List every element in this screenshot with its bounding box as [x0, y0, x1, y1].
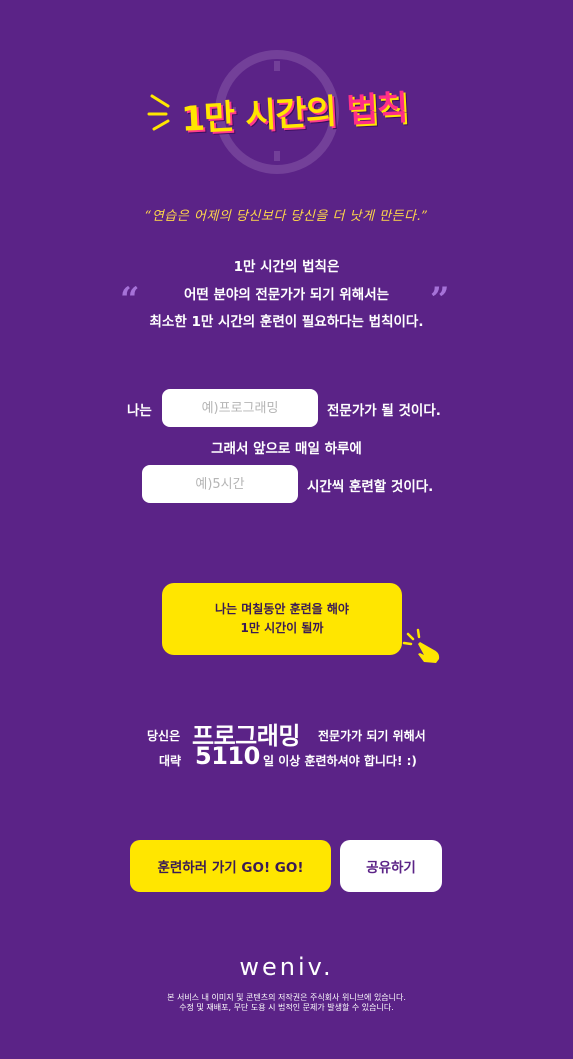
- copyright-line-2: 수정 및 재배포, 무단 도용 시 법적인 문제가 발생할 수 있습니다.: [179, 1003, 394, 1012]
- share-button[interactable]: 공유하기: [340, 840, 442, 892]
- field-input[interactable]: [162, 389, 318, 427]
- click-hand-icon: [402, 628, 440, 663]
- intro-line-2: 어떤 분야의 전문가가 되기 위해서는: [183, 287, 390, 303]
- calculate-button[interactable]: 나는 며칠동안 훈련을 해야 1만 시간이 될까: [162, 583, 402, 655]
- result-label-2: 대략: [159, 754, 182, 768]
- hours-input[interactable]: [142, 465, 298, 503]
- result-suffix-1: 전문가가 되기 위해서: [318, 729, 426, 743]
- copyright-line-1: 본 서비스 내 이미지 및 콘텐츠의 저작권은 주식회사 위니브에 있습니다.: [167, 993, 406, 1002]
- form-suffix-1: 전문가가 될 것이다.: [327, 403, 441, 419]
- result-label-1: 당신은: [147, 729, 181, 743]
- calculate-button-line-1: 나는 며칠동안 훈련을 해야: [215, 602, 349, 616]
- form-prefix: 나는: [127, 403, 152, 419]
- form-middle: 그래서 앞으로 매일 하루에: [211, 441, 362, 457]
- go-training-button[interactable]: 훈련하러 가기 GO! GO!: [130, 840, 331, 892]
- open-quote-icon: “: [120, 280, 140, 320]
- result-days: 5110: [195, 742, 260, 770]
- form-suffix-2: 시간씩 훈련할 것이다.: [307, 479, 434, 495]
- result-suffix-2: 일 이상 훈련하셔야 합니다! :): [263, 754, 417, 768]
- intro-line-3: 최소한 1만 시간의 훈련이 필요하다는 법칙이다.: [149, 314, 424, 330]
- calculate-button-line-2: 1만 시간이 될까: [240, 621, 324, 635]
- motto-quote: “연습은 어제의 당신보다 당신을 더 낫게 만든다.”: [144, 209, 429, 224]
- intro-line-1: 1만 시간의 법칙은: [233, 259, 340, 275]
- weniv-logo: weniv.: [239, 953, 334, 981]
- close-quote-icon: ”: [430, 280, 450, 320]
